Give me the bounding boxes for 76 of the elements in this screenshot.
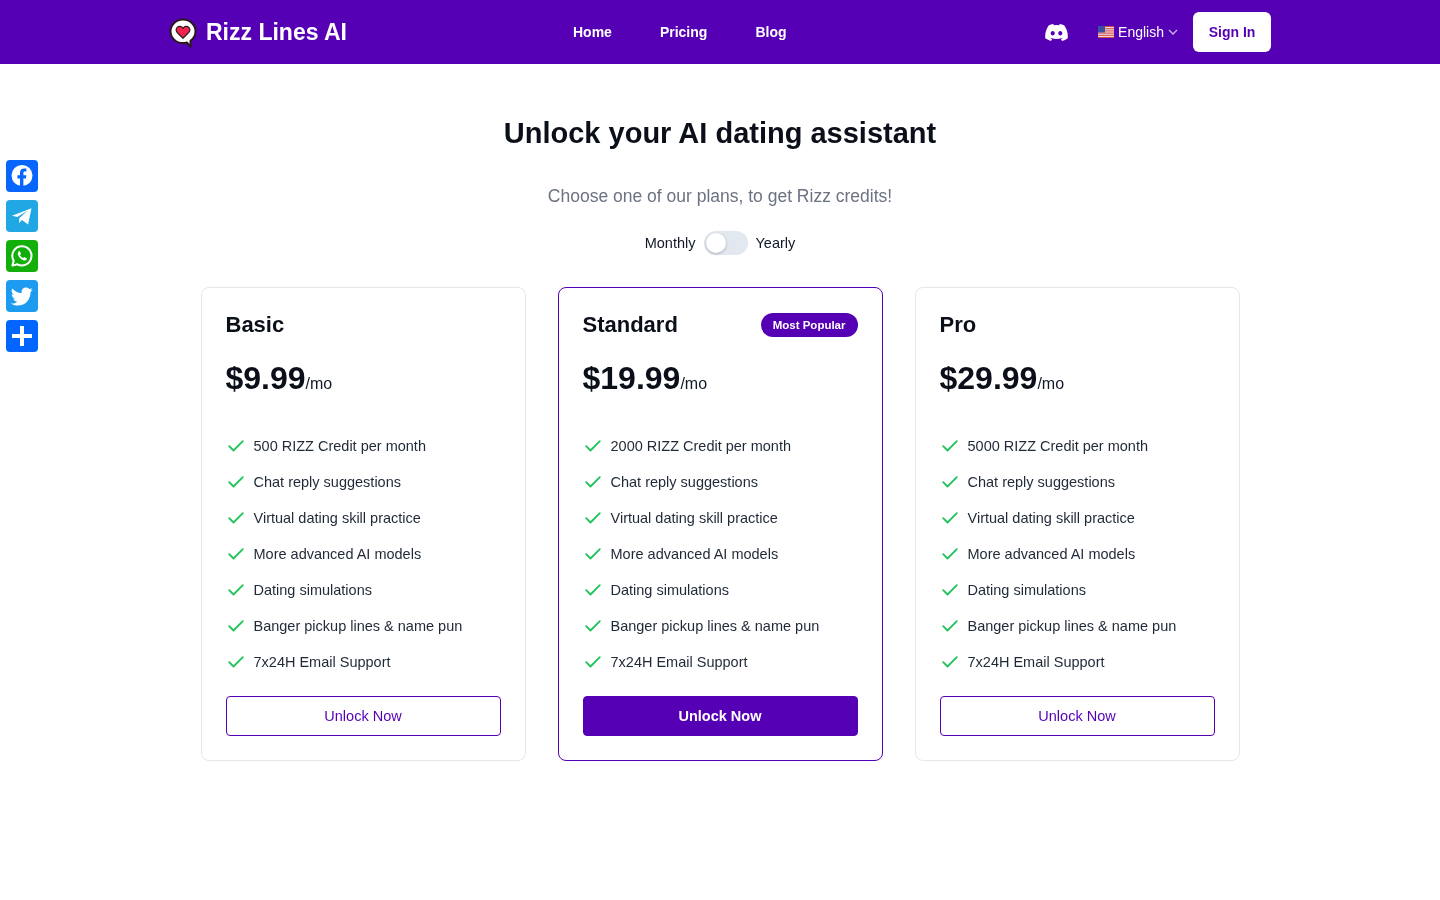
plan-name: Basic (225, 311, 285, 339)
telegram-icon[interactable] (6, 200, 38, 232)
check-icon (227, 476, 244, 488)
feature-text: Dating simulations (253, 582, 372, 598)
check-icon (584, 620, 601, 632)
feature-text: More advanced AI models (610, 546, 779, 562)
plan-name: Standard (582, 311, 678, 339)
language-dropdown[interactable]: English (1118, 24, 1164, 40)
yearly-label: Yearly (755, 235, 796, 251)
feature-text: Virtual dating skill practice (253, 510, 421, 526)
price-period: /mo (680, 375, 708, 393)
feature-text: More advanced AI models (253, 546, 422, 562)
feature-text: Banger pickup lines & name pun (967, 618, 1177, 634)
feature-text: More advanced AI models (967, 546, 1136, 562)
check-icon (227, 656, 244, 668)
feature-text: Dating simulations (610, 582, 729, 598)
check-icon (941, 656, 958, 668)
heart-speech-bubble-icon (169, 18, 197, 48)
most-popular-badge: Most Popular (760, 313, 858, 337)
price-amount: $29.99 (939, 359, 1038, 398)
page-subtitle: Choose one of our plans, to get Rizz credits! (547, 185, 893, 208)
check-icon (584, 656, 601, 668)
feature-text: Banger pickup lines & name pun (253, 618, 463, 634)
billing-toggle[interactable] (703, 231, 748, 255)
price-period: /mo (1037, 375, 1065, 393)
check-icon (584, 548, 601, 560)
check-icon (584, 476, 601, 488)
plus-icon[interactable] (6, 320, 38, 352)
nav-link[interactable]: Blog (755, 24, 787, 40)
chevron-down-icon[interactable] (1168, 29, 1178, 35)
feature-text: 2000 RIZZ Credit per month (610, 438, 792, 454)
feature-text: Virtual dating skill practice (967, 510, 1135, 526)
check-icon (941, 440, 958, 452)
price-period: /mo (305, 375, 333, 393)
monthly-label: Monthly (644, 235, 696, 251)
check-icon (941, 620, 958, 632)
feature-text: Chat reply suggestions (967, 474, 1115, 490)
plan-name: Pro (939, 311, 977, 339)
feature-text: Virtual dating skill practice (610, 510, 778, 526)
us-flag-icon (1098, 26, 1115, 38)
check-icon (584, 512, 601, 524)
page-title: Unlock your AI dating assistant (503, 116, 937, 151)
feature-text: Dating simulations (967, 582, 1086, 598)
feature-text: 7x24H Email Support (610, 654, 748, 670)
check-icon (941, 512, 958, 524)
sign-in-button[interactable]: Sign In (1193, 12, 1271, 52)
facebook-icon[interactable] (6, 160, 38, 192)
check-icon (584, 440, 601, 452)
twitter-icon[interactable] (6, 280, 38, 312)
check-icon (941, 548, 958, 560)
check-icon (941, 476, 958, 488)
discord-icon[interactable] (1045, 23, 1069, 41)
feature-text: 7x24H Email Support (967, 654, 1105, 670)
brand-name[interactable]: Rizz Lines AI (206, 18, 347, 46)
check-icon (584, 584, 601, 596)
nav-link[interactable]: Pricing (659, 24, 708, 40)
feature-text: Banger pickup lines & name pun (610, 618, 820, 634)
feature-text: Chat reply suggestions (610, 474, 758, 490)
check-icon (227, 512, 244, 524)
feature-text: 7x24H Email Support (253, 654, 391, 670)
whatsapp-icon[interactable] (6, 240, 38, 272)
unlock-button[interactable]: Unlock Now (939, 696, 1215, 736)
unlock-button[interactable]: Unlock Now (582, 696, 858, 736)
unlock-button[interactable]: Unlock Now (225, 696, 501, 736)
check-icon (227, 440, 244, 452)
toggle-knob[interactable] (705, 233, 726, 253)
feature-text: 5000 RIZZ Credit per month (967, 438, 1149, 454)
price-amount: $19.99 (582, 359, 681, 398)
check-icon (941, 584, 958, 596)
feature-text: Chat reply suggestions (253, 474, 401, 490)
feature-text: 500 RIZZ Credit per month (253, 438, 426, 454)
check-icon (227, 548, 244, 560)
price-amount: $9.99 (225, 359, 306, 398)
check-icon (227, 584, 244, 596)
check-icon (227, 620, 244, 632)
nav-link[interactable]: Home (573, 24, 612, 40)
